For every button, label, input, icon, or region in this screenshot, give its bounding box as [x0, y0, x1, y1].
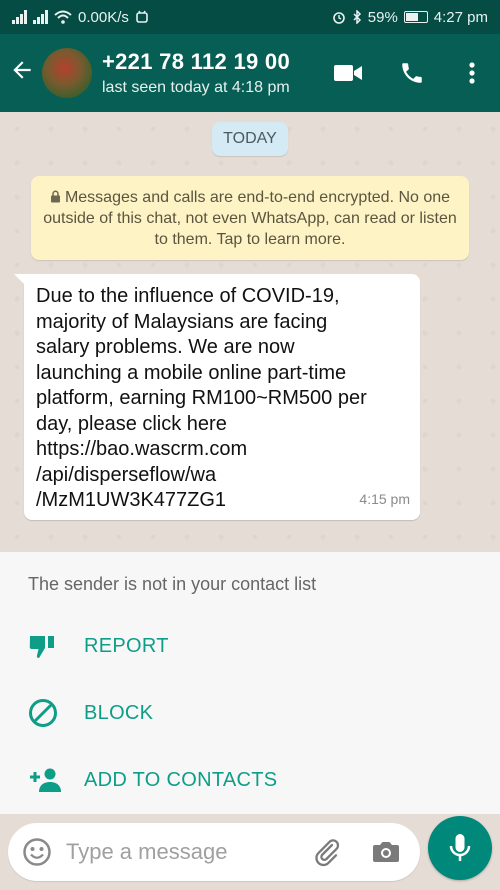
encryption-text: Messages and calls are end-to-end encryp…	[43, 189, 457, 248]
wifi-icon	[54, 10, 72, 24]
report-button[interactable]: REPORT	[0, 618, 500, 674]
camera-icon	[373, 842, 399, 862]
unknown-sender-panel: The sender is not in your contact list R…	[0, 552, 500, 814]
battery-percent: 59%	[367, 8, 398, 26]
lock-icon	[50, 190, 60, 203]
emoji-button[interactable]	[22, 837, 52, 867]
attach-button[interactable]	[312, 837, 342, 867]
paperclip-icon	[315, 839, 340, 867]
encryption-notice[interactable]: Messages and calls are end-to-end encryp…	[31, 176, 469, 260]
network-speed: 0.00K/s	[78, 8, 129, 26]
emoji-icon	[23, 838, 51, 866]
status-bar: 0.00K/s 59% 4:27 pm	[0, 0, 500, 34]
voice-message-button[interactable]	[428, 816, 492, 880]
block-button[interactable]: BLOCK	[0, 685, 500, 741]
sender-notice: The sender is not in your contact list	[28, 574, 317, 594]
signal-icon-2	[33, 10, 48, 24]
message-composer	[8, 823, 420, 881]
chat-header: +221 78 112 19 00 last seen today at 4:1…	[0, 34, 500, 112]
video-call-button[interactable]	[316, 34, 380, 112]
message-time: 4:15 pm	[359, 490, 410, 507]
alarm-icon	[332, 12, 345, 24]
bluetooth-icon	[353, 10, 361, 24]
message-input[interactable]	[66, 839, 296, 865]
block-label: BLOCK	[84, 701, 154, 724]
last-seen: last seen today at 4:18 pm	[102, 79, 290, 96]
incoming-message[interactable]: Due to the influence of COVID-19, majori…	[14, 274, 420, 520]
add-to-contacts-button[interactable]: ADD TO CONTACTS	[0, 752, 500, 808]
add-person-icon	[30, 768, 61, 792]
block-icon	[29, 699, 57, 727]
add-to-contacts-label: ADD TO CONTACTS	[84, 768, 278, 791]
more-vertical-icon	[469, 62, 475, 84]
chat-area[interactable]: TODAY Messages and calls are end-to-end …	[0, 112, 500, 552]
battery-icon	[403, 11, 428, 23]
message-text: Due to the influence of COVID-19, majori…	[36, 285, 367, 511]
date-chip: TODAY	[212, 122, 288, 156]
video-camera-icon	[334, 65, 362, 81]
thumbs-down-icon	[29, 636, 54, 658]
camera-button[interactable]	[372, 840, 400, 864]
signal-icon	[12, 10, 27, 24]
microphone-icon	[449, 834, 471, 861]
menu-button[interactable]	[444, 34, 500, 112]
back-button[interactable]	[2, 57, 42, 90]
app-notification-icon	[136, 10, 148, 23]
avatar[interactable]	[42, 48, 92, 98]
arrow-left-icon	[13, 60, 31, 79]
phone-icon	[402, 63, 422, 83]
voice-call-button[interactable]	[380, 34, 444, 112]
input-bar	[0, 814, 500, 890]
clock: 4:27 pm	[433, 8, 488, 26]
contact-name: +221 78 112 19 00	[102, 49, 291, 74]
report-label: REPORT	[84, 634, 169, 657]
contact-info[interactable]: +221 78 112 19 00 last seen today at 4:1…	[102, 49, 316, 97]
